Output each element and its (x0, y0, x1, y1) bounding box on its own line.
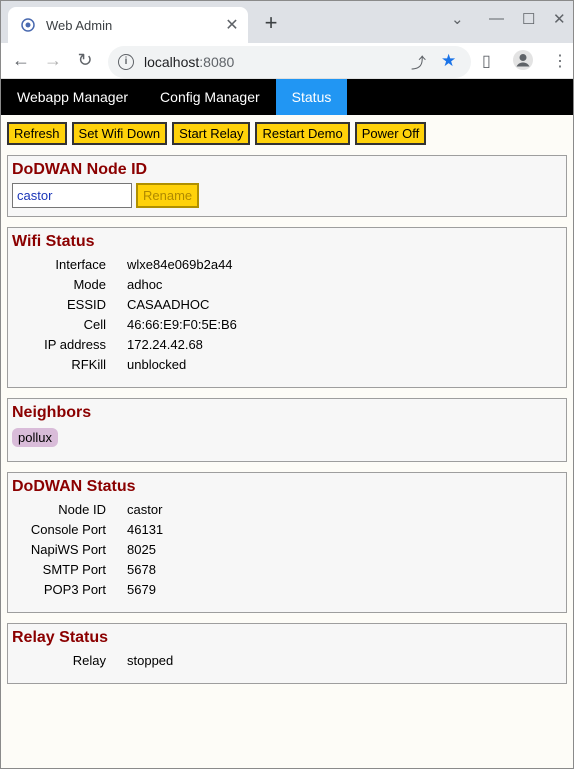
restart-demo-button[interactable]: Restart Demo (255, 122, 350, 145)
dodwan-row: POP3 Port 5679 (12, 580, 562, 600)
wifi-status-title: Wifi Status (12, 233, 95, 250)
wifi-key: IP address (44, 337, 106, 352)
back-icon[interactable]: ← (5, 50, 37, 71)
wifi-key: Cell (83, 317, 106, 332)
wifi-key: Mode (73, 277, 106, 292)
wifi-key: ESSID (66, 297, 106, 312)
action-bar: Refresh Set Wifi Down Start Relay Restar… (1, 115, 573, 145)
minimize-icon[interactable]: — (489, 10, 504, 27)
dodwan-status-title: DoDWAN Status (12, 478, 136, 495)
wifi-row: RFKill unblocked (12, 355, 562, 375)
wifi-value: wlxe84e069b2a44 (127, 257, 233, 272)
wifi-row: Cell 46:66:E9:F0:5E:B6 (12, 315, 562, 335)
dodwan-key: NapiWS Port (30, 542, 106, 557)
refresh-button[interactable]: Refresh (7, 122, 67, 145)
menu-kebab-icon[interactable]: ⋮ (552, 51, 568, 71)
dodwan-row: Console Port 46131 (12, 520, 562, 540)
tab-search-icon[interactable]: ⌄ (451, 10, 464, 28)
relay-status-panel: Relay Status Relay stopped (7, 623, 567, 684)
relay-row: Relay stopped (12, 651, 562, 671)
relay-status-title: Relay Status (12, 629, 109, 646)
url-host: localhost (144, 54, 200, 70)
nav-config-manager[interactable]: Config Manager (144, 79, 276, 115)
dodwan-value: 5679 (127, 582, 156, 597)
wifi-value: 172.24.42.68 (127, 337, 203, 352)
dodwan-key: Console Port (30, 522, 106, 537)
neighbors-title: Neighbors (12, 404, 92, 421)
browser-tab[interactable]: Web Admin ✕ (8, 7, 248, 43)
new-tab-icon[interactable]: + (259, 10, 283, 36)
dodwan-value: 8025 (127, 542, 156, 557)
wifi-key: RFKill (71, 357, 106, 372)
maximize-icon[interactable]: ☐ (522, 10, 535, 28)
tab-title: Web Admin (46, 17, 113, 33)
favicon-icon (21, 18, 35, 32)
node-id-title: DoDWAN Node ID (12, 161, 148, 178)
site-info-icon[interactable]: i (118, 54, 134, 70)
relay-value: stopped (127, 653, 174, 668)
browser-window: Web Admin ✕ + ⌄ — ☐ ✕ ← → ↻ i localhost:… (0, 0, 574, 769)
close-window-icon[interactable]: ✕ (553, 10, 566, 28)
wifi-row: IP address 172.24.42.68 (12, 335, 562, 355)
neighbor-chip[interactable]: pollux (12, 428, 58, 447)
reload-icon[interactable]: ↻ (69, 50, 101, 71)
power-off-button[interactable]: Power Off (354, 122, 427, 145)
dodwan-status-panel: DoDWAN Status Node ID castor Console Port… (7, 472, 567, 613)
set-wifi-down-button[interactable]: Set Wifi Down (71, 122, 168, 145)
app-nav: Webapp Manager Config Manager Status (1, 79, 573, 115)
neighbors-panel: Neighbors pollux (7, 398, 567, 462)
rename-button[interactable]: Rename (136, 183, 200, 208)
wifi-value: CASAADHOC (127, 297, 210, 312)
browser-toolbar: ← → ↻ i localhost:8080 ⤴ ★ ▯ ⋮ (1, 43, 573, 79)
wifi-row: Interface wlxe84e069b2a44 (12, 255, 562, 275)
wifi-key: Interface (55, 257, 106, 272)
dodwan-key: Node ID (58, 502, 106, 517)
wifi-row: Mode adhoc (12, 275, 562, 295)
url-port: :8080 (199, 54, 235, 70)
side-panel-icon[interactable]: ▯ (482, 51, 491, 71)
forward-icon[interactable]: → (37, 50, 69, 71)
profile-avatar-icon[interactable] (512, 49, 534, 76)
share-icon[interactable]: ⤴ (411, 52, 426, 73)
dodwan-value: 5678 (127, 562, 156, 577)
wifi-value: 46:66:E9:F0:5E:B6 (127, 317, 237, 332)
dodwan-row: NapiWS Port 8025 (12, 540, 562, 560)
address-bar[interactable]: i localhost:8080 ⤴ ★ (108, 46, 471, 78)
node-id-input[interactable] (12, 183, 132, 208)
dodwan-key: POP3 Port (43, 582, 106, 597)
bookmark-star-icon[interactable]: ★ (441, 51, 456, 71)
node-id-panel: DoDWAN Node ID Rename (7, 155, 567, 217)
wifi-row: ESSID CASAADHOC (12, 295, 562, 315)
wifi-value: adhoc (127, 277, 163, 292)
dodwan-value: castor (127, 502, 163, 517)
close-tab-icon[interactable]: ✕ (220, 15, 244, 35)
start-relay-button[interactable]: Start Relay (172, 122, 251, 145)
dodwan-key: SMTP Port (42, 562, 106, 577)
nav-webapp-manager[interactable]: Webapp Manager (1, 79, 144, 115)
wifi-value: unblocked (127, 357, 187, 372)
dodwan-row: SMTP Port 5678 (12, 560, 562, 580)
wifi-status-panel: Wifi Status Interface wlxe84e069b2a44 Mod… (7, 227, 567, 388)
dodwan-value: 46131 (127, 522, 164, 537)
relay-key: Relay (72, 653, 106, 668)
title-bar: Web Admin ✕ + ⌄ — ☐ ✕ (1, 1, 573, 43)
dodwan-row: Node ID castor (12, 500, 562, 520)
nav-status[interactable]: Status (275, 79, 348, 115)
